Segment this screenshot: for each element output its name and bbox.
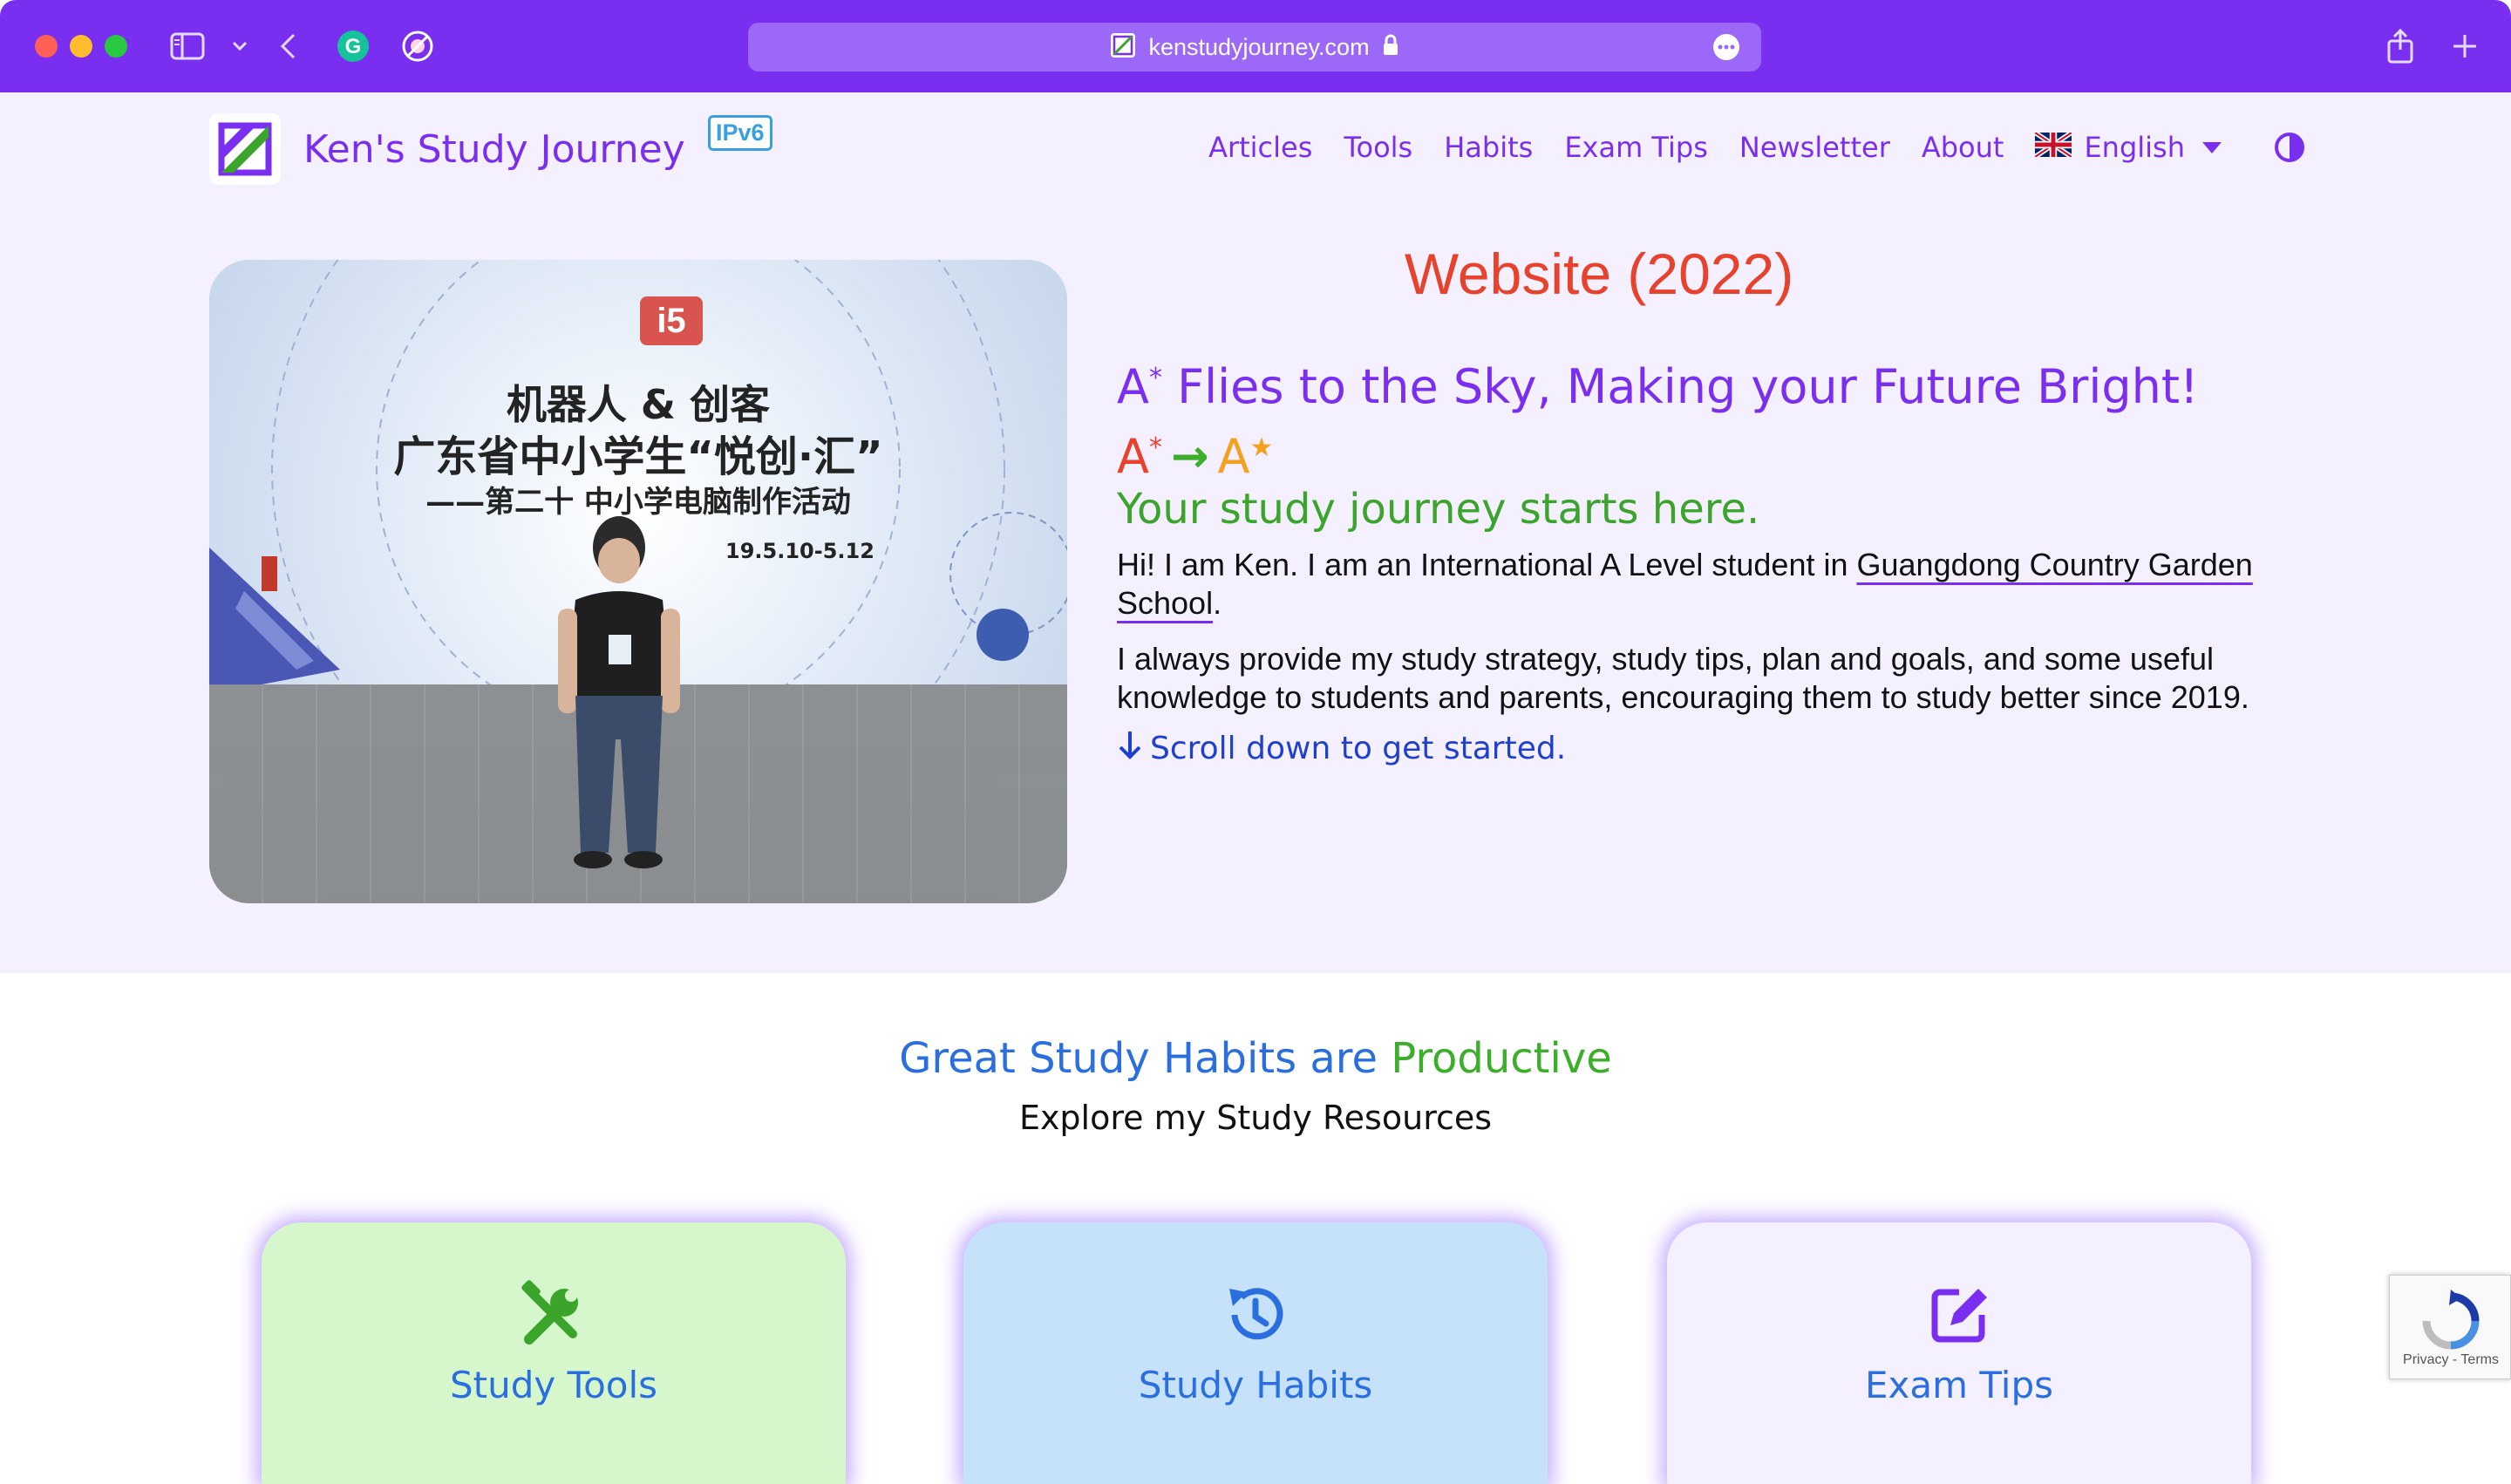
scroll-down-label: Scroll down to get started. xyxy=(1150,731,1567,766)
intro-suffix: . xyxy=(1213,585,1222,621)
grade-from: A* xyxy=(1117,429,1162,484)
history-icon xyxy=(1212,1271,1299,1358)
tagline-text: Flies to the Sky, Making your Future Bri… xyxy=(1161,359,2199,414)
intro-prefix: Hi! I am Ken. I am an International A Le… xyxy=(1117,547,1857,582)
hero-description: I always provide my study strategy, stud… xyxy=(1117,641,2249,715)
tools-icon xyxy=(510,1271,597,1358)
browser-toolbar: G kenstudyjourney.com xyxy=(0,0,2511,92)
block-extension-icon[interactable] xyxy=(396,24,439,68)
nav-tools[interactable]: Tools xyxy=(1344,131,1412,164)
edit-icon xyxy=(1916,1271,2003,1358)
recaptcha-badge[interactable]: Privacy - Terms xyxy=(2389,1275,2511,1379)
lock-icon xyxy=(1382,34,1399,60)
grade-to: A★ xyxy=(1218,429,1274,484)
recaptcha-icon xyxy=(2422,1290,2480,1350)
nav-newsletter[interactable]: Newsletter xyxy=(1739,131,1890,164)
resources-section: Great Study Habits are Productive Explor… xyxy=(0,973,2511,1484)
section-subtitle: Explore my Study Resources xyxy=(1018,1099,1493,1137)
tagline-star: * xyxy=(1148,363,1162,393)
site-brand-name[interactable]: Ken's Study Journey xyxy=(303,127,685,172)
address-domain: kenstudyjourney.com xyxy=(1148,33,1370,60)
grade-progress: A* → A★ xyxy=(1117,429,1273,484)
event-logo: i5 xyxy=(640,296,703,345)
right-arrow-icon: → xyxy=(1170,430,1209,483)
site-logo[interactable] xyxy=(209,113,281,185)
language-selector[interactable]: English xyxy=(2033,130,2222,164)
nav-habits[interactable]: Habits xyxy=(1444,131,1533,164)
nav-exam-tips[interactable]: Exam Tips xyxy=(1564,131,1708,164)
banner-line-2: 广东省中小学生“悦创·汇” xyxy=(393,432,883,481)
grade-from-star: * xyxy=(1148,432,1162,463)
recaptcha-links[interactable]: Privacy - Terms xyxy=(2390,1352,2511,1368)
section-title: Great Study Habits are Productive xyxy=(0,1034,2511,1083)
grammarly-extension-icon[interactable]: G xyxy=(331,24,375,68)
hero-tagline: A* Flies to the Sky, Making your Future … xyxy=(1117,359,2199,414)
person-figure xyxy=(558,516,680,868)
hero-intro: Hi! I am Ken. I am an International A Le… xyxy=(1117,546,2303,623)
page-menu-icon[interactable] xyxy=(1712,33,1740,61)
grade-to-star: ★ xyxy=(1249,432,1274,463)
card-label-study-habits: Study Habits xyxy=(1138,1364,1373,1406)
nav-about[interactable]: About xyxy=(1922,131,2004,164)
ipv6-badge: IPv6 xyxy=(708,115,772,151)
uk-flag-icon xyxy=(2033,130,2074,164)
hero-section: Ken's Study Journey IPv6 Articles Tools … xyxy=(0,92,2511,973)
svg-text:G: G xyxy=(345,35,362,58)
chevron-down-icon[interactable] xyxy=(218,24,262,68)
hero-start-text: Your study journey starts here. xyxy=(1117,485,1760,534)
card-study-habits[interactable]: Study Habits xyxy=(963,1222,1548,1484)
section-title-part1: Great Study Habits are xyxy=(899,1034,1392,1083)
hero-title: Website (2022) xyxy=(1404,242,1794,306)
nav-articles[interactable]: Articles xyxy=(1208,131,1312,164)
card-label-study-tools: Study Tools xyxy=(449,1364,658,1406)
card-study-tools[interactable]: Study Tools xyxy=(262,1222,846,1484)
tagline-prefix: A xyxy=(1117,359,1149,414)
sidebar-toggle-icon[interactable] xyxy=(166,24,209,68)
card-label-exam-tips: Exam Tips xyxy=(1865,1364,2053,1406)
main-navigation: Articles Tools Habits Exam Tips Newslett… xyxy=(1208,130,2305,164)
card-exam-tips[interactable]: Exam Tips xyxy=(1667,1222,2251,1484)
grade-to-letter: A xyxy=(1217,429,1250,484)
caret-down-icon xyxy=(2202,141,2222,153)
new-tab-icon[interactable] xyxy=(2443,24,2487,68)
arrow-down-icon xyxy=(1117,729,1143,768)
section-title-part2: Productive xyxy=(1391,1034,1612,1083)
site-favicon-icon xyxy=(1110,32,1136,62)
scroll-down-link[interactable]: Scroll down to get started. xyxy=(1117,729,1566,768)
close-window-button[interactable] xyxy=(35,35,58,58)
theme-toggle-icon[interactable] xyxy=(2274,132,2305,163)
language-label: English xyxy=(2084,131,2185,164)
minimize-window-button[interactable] xyxy=(70,35,92,58)
back-arrow-icon[interactable] xyxy=(267,24,310,68)
banner-date: 19.5.10-5.12 xyxy=(725,539,874,563)
grade-from-letter: A xyxy=(1117,429,1149,484)
share-icon[interactable] xyxy=(2378,24,2422,68)
zoom-window-button[interactable] xyxy=(105,35,127,58)
hero-photo: i5 机器人 & 创客 广东省中小学生“悦创·汇” ——第二十 中小学电脑制作活… xyxy=(209,260,1067,903)
address-bar[interactable]: kenstudyjourney.com xyxy=(748,23,1761,71)
